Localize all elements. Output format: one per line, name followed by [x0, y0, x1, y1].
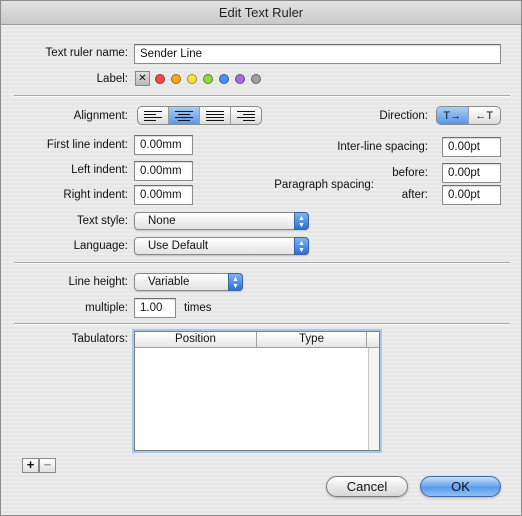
table-scrollbar[interactable]: [368, 348, 379, 450]
popup-arrows-icon: ▲ ▼: [294, 237, 309, 255]
direction-rtl-button[interactable]: ←T: [469, 107, 500, 124]
alignment-control: [137, 106, 262, 125]
label-color-gray[interactable]: [251, 74, 261, 84]
inter-line-spacing-label: Inter-line spacing:: [337, 141, 428, 153]
add-tab-button[interactable]: +: [22, 458, 39, 473]
before-spacing-field[interactable]: 0.00pt: [442, 163, 501, 183]
text-style-value: None: [148, 215, 176, 227]
separator: [14, 262, 510, 264]
after-spacing-field[interactable]: 0.00pt: [442, 185, 501, 205]
left-indent-label: Left indent:: [71, 164, 128, 176]
window-title: Edit Text Ruler: [1, 1, 521, 25]
tabulators-table[interactable]: Position Type: [134, 331, 380, 451]
position-column-header[interactable]: Position: [135, 332, 257, 347]
times-label: times: [184, 302, 212, 314]
popup-arrows-icon: ▲ ▼: [294, 212, 309, 230]
label-color-orange[interactable]: [171, 74, 181, 84]
type-column-header[interactable]: Type: [257, 332, 367, 347]
language-label: Language:: [73, 240, 128, 252]
no-label-button[interactable]: ✕: [135, 71, 150, 86]
inter-line-spacing-field[interactable]: 0.00pt: [442, 137, 501, 157]
cancel-button[interactable]: Cancel: [326, 476, 408, 497]
align-justify-icon: [206, 110, 224, 121]
align-center-icon: [175, 110, 193, 121]
edit-text-ruler-dialog: Edit Text Ruler Text ruler name: Sender …: [0, 0, 522, 516]
separator: [14, 323, 510, 325]
tabulators-table-header: Position Type: [135, 332, 379, 348]
right-indent-field[interactable]: 0.00mm: [134, 185, 193, 205]
language-popup[interactable]: Use Default ▲ ▼: [134, 237, 309, 255]
align-left-button[interactable]: [138, 107, 169, 124]
right-indent-label: Right indent:: [63, 189, 128, 201]
align-left-icon: [144, 110, 162, 121]
ruler-name-field[interactable]: Sender Line: [134, 44, 501, 64]
before-spacing-label: before:: [392, 167, 428, 179]
line-height-label: Line height:: [68, 276, 128, 288]
paragraph-spacing-label: Paragraph spacing:: [274, 179, 374, 191]
align-justify-button[interactable]: [200, 107, 231, 124]
first-line-indent-label: First line indent:: [46, 139, 128, 151]
text-style-popup[interactable]: None ▲ ▼: [134, 212, 309, 230]
label-color-yellow[interactable]: [187, 74, 197, 84]
direction-ltr-button[interactable]: T→: [437, 107, 469, 124]
direction-label: Direction:: [379, 110, 428, 122]
text-style-label: Text style:: [76, 215, 128, 227]
language-value: Use Default: [148, 240, 209, 252]
tabulators-label: Tabulators:: [71, 333, 128, 345]
label-color-purple[interactable]: [235, 74, 245, 84]
alignment-label: Alignment:: [73, 110, 128, 122]
ruler-name-label: Text ruler name:: [45, 47, 128, 59]
label-label: Label:: [96, 73, 128, 85]
direction-control: T→ ←T: [436, 106, 501, 125]
first-line-indent-field[interactable]: 0.00mm: [134, 135, 193, 155]
line-height-value: Variable: [148, 276, 190, 288]
multiple-label: multiple:: [85, 302, 128, 314]
left-indent-field[interactable]: 0.00mm: [134, 161, 193, 181]
label-color-green[interactable]: [203, 74, 213, 84]
separator: [14, 95, 510, 97]
after-spacing-label: after:: [401, 189, 428, 201]
align-center-button[interactable]: [169, 107, 200, 124]
line-height-popup[interactable]: Variable ▲ ▼: [134, 273, 243, 291]
ok-button[interactable]: OK: [420, 476, 501, 497]
align-right-button[interactable]: [231, 107, 261, 124]
remove-tab-button[interactable]: −: [39, 458, 56, 473]
header-corner: [367, 332, 379, 347]
align-right-icon: [237, 110, 255, 121]
label-color-blue[interactable]: [219, 74, 229, 84]
popup-arrows-icon: ▲ ▼: [228, 273, 243, 291]
label-color-red[interactable]: [155, 74, 165, 84]
multiple-field[interactable]: 1.00: [134, 298, 176, 318]
